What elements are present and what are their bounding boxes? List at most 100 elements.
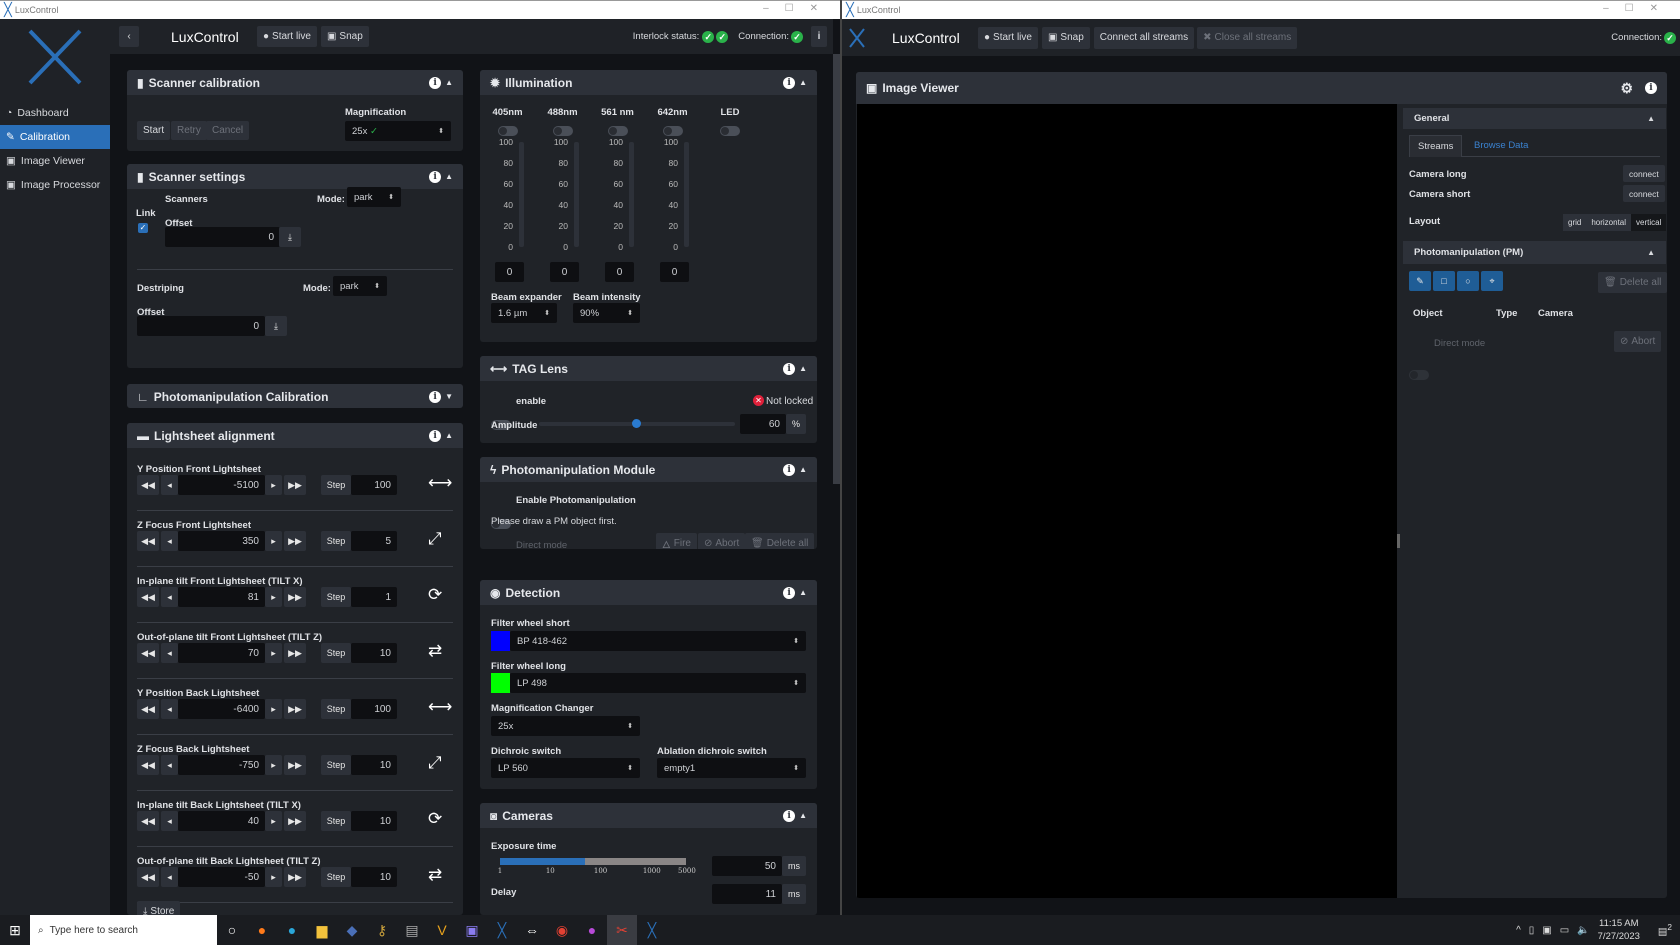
power-slider[interactable] (629, 142, 634, 247)
value-input[interactable]: 40 (178, 811, 265, 831)
step-input[interactable]: 10 (351, 811, 397, 831)
connect-all-streams-button[interactable]: Connect all streams (1093, 26, 1195, 49)
sidebar-item[interactable]: ◔ Dashboard (0, 101, 110, 125)
step-backward-button[interactable]: ◂ (161, 755, 178, 775)
magnification-select[interactable]: 25x ✓ ⬍ (345, 121, 451, 141)
value-input[interactable]: -750 (178, 755, 265, 775)
collapse-icon[interactable]: ▲ (799, 588, 807, 597)
collapse-icon[interactable]: ▲ (445, 78, 453, 87)
step-backward-button[interactable]: ◂ (161, 475, 178, 495)
info-icon[interactable]: i (783, 586, 796, 599)
image-canvas[interactable] (857, 104, 1397, 898)
info-icon[interactable]: i (783, 809, 796, 822)
app-icon[interactable]: ● (577, 915, 607, 945)
power-slider[interactable] (574, 142, 579, 247)
value-input[interactable]: 350 (178, 531, 265, 551)
fast-forward-button[interactable]: ▶▶ (284, 587, 306, 607)
power-input[interactable]: 0 (660, 262, 689, 282)
step-input[interactable]: 100 (351, 699, 397, 719)
fast-backward-button[interactable]: ◀◀ (137, 587, 159, 607)
firefox-icon[interactable]: ● (247, 915, 277, 945)
fast-backward-button[interactable]: ◀◀ (137, 531, 159, 551)
info-icon[interactable]: i (429, 170, 442, 183)
step-forward-button[interactable]: ▸ (265, 867, 282, 887)
tab-browse-data[interactable]: Browse Data (1466, 135, 1536, 157)
sidebar-item[interactable]: ▣ Image Processor (0, 173, 110, 197)
sidebar-item[interactable]: ✎ Calibration (0, 125, 110, 149)
general-header[interactable]: General ▲ (1403, 108, 1666, 129)
pm-abort-button[interactable]: ⊘ Abort (1614, 331, 1662, 352)
fast-forward-button[interactable]: ▶▶ (284, 755, 306, 775)
sidebar-item[interactable]: ▣ Image Viewer (0, 149, 110, 173)
slider-handle[interactable] (632, 419, 641, 428)
network-icon[interactable]: ▭ (1560, 925, 1569, 936)
app-icon[interactable]: ▣ (457, 915, 487, 945)
pencil-icon[interactable]: ✎ (1409, 271, 1431, 291)
app-icon[interactable]: ◆ (337, 915, 367, 945)
info-icon[interactable]: i (1645, 82, 1657, 94)
clock[interactable]: 11:15 AM 7/27/2023 (1598, 917, 1640, 943)
app-icon[interactable]: V (427, 915, 457, 945)
step-input[interactable]: 1 (351, 587, 397, 607)
led-toggle[interactable] (720, 126, 740, 136)
fast-forward-button[interactable]: ▶▶ (284, 811, 306, 831)
left-scrollbar[interactable] (833, 54, 840, 484)
collapse-icon[interactable]: ▲ (799, 465, 807, 474)
panel-header[interactable]: ◉ Detection i ▲ (480, 580, 817, 605)
power-slider[interactable] (684, 142, 689, 247)
panel-header[interactable]: ▬ Lightsheet alignment i ▲ (127, 423, 463, 448)
panel-header[interactable]: ◙ Cameras i ▲ (480, 803, 817, 828)
camera-short-connect-button[interactable]: connect (1623, 185, 1665, 202)
value-input[interactable]: 81 (178, 587, 265, 607)
panel-header[interactable]: ▮ Scanner settings i ▲ (127, 164, 463, 189)
panel-header[interactable]: ⟷ TAG Lens i ▲ (480, 356, 817, 381)
step-backward-button[interactable]: ◂ (161, 587, 178, 607)
collapse-icon[interactable]: ▲ (799, 78, 807, 87)
volume-icon[interactable]: 🔈 (1577, 925, 1589, 936)
delay-input[interactable]: 11 (712, 884, 782, 904)
fast-forward-button[interactable]: ▶▶ (284, 531, 306, 551)
start-live-button[interactable]: ● Start live (257, 26, 317, 47)
info-icon[interactable]: i (429, 76, 442, 89)
fast-backward-button[interactable]: ◀◀ (137, 475, 159, 495)
store-button[interactable]: ⤓ Store (137, 901, 181, 915)
fast-backward-button[interactable]: ◀◀ (137, 755, 159, 775)
step-backward-button[interactable]: ◂ (161, 811, 178, 831)
crosshair-icon[interactable]: ⌖ (1481, 271, 1503, 291)
fast-backward-button[interactable]: ◀◀ (137, 699, 159, 719)
fast-backward-button[interactable]: ◀◀ (137, 643, 159, 663)
ablation-select[interactable]: empty1 ⬍ (657, 758, 806, 778)
fast-forward-button[interactable]: ▶▶ (284, 643, 306, 663)
fast-forward-button[interactable]: ▶▶ (284, 475, 306, 495)
value-input[interactable]: -5100 (178, 475, 265, 495)
info-button[interactable]: i (811, 26, 827, 47)
step-forward-button[interactable]: ▸ (265, 811, 282, 831)
splitter-handle[interactable] (1397, 534, 1400, 548)
download-icon[interactable]: ⤓ (265, 316, 287, 336)
step-backward-button[interactable]: ◂ (161, 699, 178, 719)
info-icon[interactable]: i (783, 463, 796, 476)
app-icon[interactable]: ✂ (607, 915, 637, 945)
cortana-icon[interactable]: ○ (217, 915, 247, 945)
panel-header[interactable]: ϟ Photomanipulation Module i ▲ (480, 457, 817, 482)
start-button[interactable]: Start (137, 121, 171, 140)
collapse-icon[interactable]: ▲ (799, 364, 807, 373)
exposure-input[interactable]: 50 (712, 856, 782, 876)
start-live-button[interactable]: ● Start live (978, 26, 1038, 49)
power-input[interactable]: 0 (605, 262, 634, 282)
camera-long-connect-button[interactable]: connect (1623, 165, 1665, 182)
destriping-mode-select[interactable]: park ⬍ (333, 276, 387, 296)
destriping-offset-input[interactable]: 0 (137, 316, 265, 336)
step-forward-button[interactable]: ▸ (265, 587, 282, 607)
window-controls[interactable]: –☐✕ (763, 3, 834, 14)
collapse-icon[interactable]: ▲ (799, 811, 807, 820)
taskbar-search-input[interactable]: ⌕ Type here to search (30, 915, 217, 945)
step-input[interactable]: 10 (351, 867, 397, 887)
window-controls[interactable]: –☐✕ (1603, 3, 1674, 14)
layout-horizontal[interactable]: horizontal (1586, 214, 1632, 231)
value-input[interactable]: -50 (178, 867, 265, 887)
beam-expander-select[interactable]: 1.6 µm ⬍ (491, 303, 557, 323)
meet-icon[interactable]: ▯ (1529, 925, 1535, 936)
delete-all-button[interactable]: 🗑 Delete all (745, 533, 815, 549)
info-icon[interactable]: i (429, 390, 442, 403)
